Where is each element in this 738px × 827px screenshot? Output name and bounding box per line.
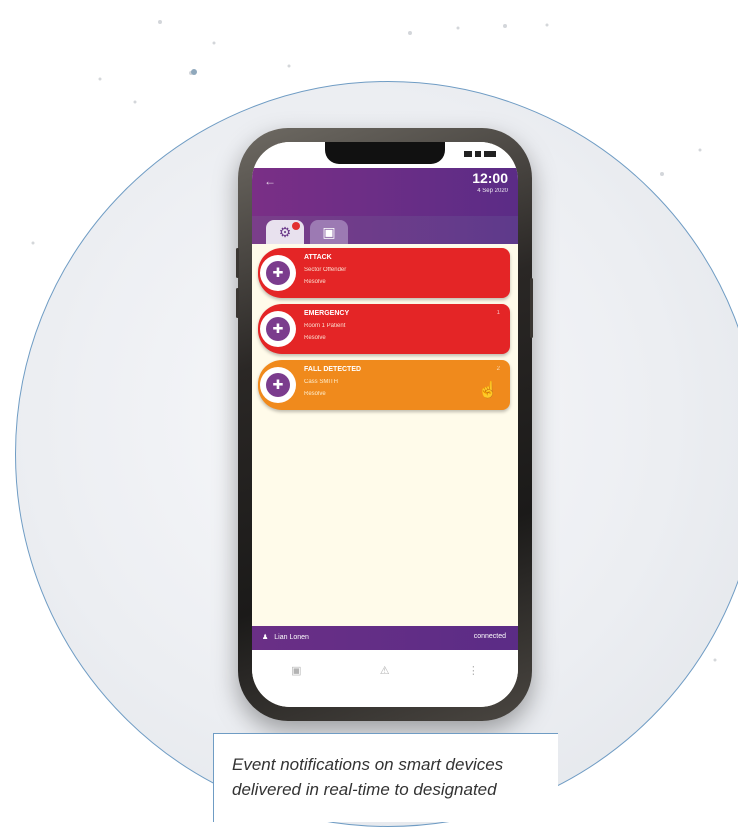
- event-card[interactable]: ✚ FALL DETECTED Cass SMITH Resolve 2 ☝: [258, 360, 510, 410]
- phone-notch: [325, 142, 445, 164]
- wifi-icon: [475, 151, 481, 157]
- nav-alerts-icon[interactable]: ⚠: [380, 664, 390, 707]
- event-detail: Cass SMITH: [304, 379, 339, 385]
- tab-bar: ⚙ ▣: [252, 216, 518, 244]
- phone-screen: ← 12:00 4 Sep 2020 ⚙ ▣ ✚ ATTACK Sector O…: [252, 142, 518, 707]
- event-count: 2: [496, 366, 500, 372]
- user-info[interactable]: ♟ Lian Lonen: [262, 633, 309, 642]
- back-arrow-icon[interactable]: ←: [264, 174, 276, 188]
- event-title: EMERGENCY: [304, 310, 350, 317]
- event-title: FALL DETECTED: [304, 366, 362, 373]
- event-icon-wrap: ✚: [260, 255, 296, 291]
- user-status-bar: ♟ Lian Lonen connected: [252, 626, 518, 650]
- calendar-icon: ▣: [322, 223, 336, 240]
- tab-events[interactable]: ▣: [310, 220, 348, 244]
- event-title: ATTACK: [304, 254, 332, 261]
- caption-box: Event notifications on smart devices del…: [213, 733, 558, 822]
- battery-icon: [484, 151, 496, 157]
- event-status: Resolve: [304, 279, 326, 285]
- user-icon: ♟: [262, 634, 269, 641]
- event-card[interactable]: ✚ EMERGENCY Room 1 Patient Resolve 1: [258, 304, 510, 354]
- nav-menu-icon[interactable]: ⋮: [468, 664, 479, 707]
- phone-side-button: [530, 278, 533, 338]
- connection-status: connected: [473, 633, 506, 640]
- phone-volume-button: [236, 288, 239, 318]
- signal-icon: [464, 151, 472, 157]
- app-header: ← 12:00 4 Sep 2020: [252, 168, 518, 216]
- header-date: 4 Sep 2020: [477, 188, 508, 194]
- notification-badge: [292, 222, 300, 230]
- phone-volume-button: [236, 248, 239, 278]
- event-card[interactable]: ✚ ATTACK Sector Offender Resolve: [258, 248, 510, 298]
- event-status: Resolve: [304, 335, 326, 341]
- event-count: 1: [496, 310, 500, 316]
- bottom-nav: ▣ ⚠ ⋮: [252, 650, 518, 707]
- nav-home-icon[interactable]: ▣: [291, 664, 301, 707]
- medical-bag-icon: ✚: [266, 261, 290, 285]
- phone-mockup: ← 12:00 4 Sep 2020 ⚙ ▣ ✚ ATTACK Sector O…: [236, 128, 533, 721]
- tab-alerts[interactable]: ⚙: [266, 220, 304, 244]
- user-name: Lian Lonen: [274, 633, 309, 641]
- alarm-icon: ⚙: [278, 223, 292, 240]
- tap-hand-icon: ☝: [478, 382, 498, 399]
- medical-bag-icon: ✚: [266, 373, 290, 397]
- medical-bag-icon: ✚: [266, 317, 290, 341]
- event-status: Resolve: [304, 391, 326, 397]
- event-detail: Room 1 Patient: [304, 323, 346, 329]
- event-icon-wrap: ✚: [260, 367, 296, 403]
- status-icons: [464, 151, 496, 157]
- header-time: 12:00: [472, 170, 508, 186]
- event-icon-wrap: ✚: [260, 311, 296, 347]
- caption-text: Event notifications on smart devices del…: [232, 755, 504, 799]
- event-detail: Sector Offender: [304, 267, 347, 273]
